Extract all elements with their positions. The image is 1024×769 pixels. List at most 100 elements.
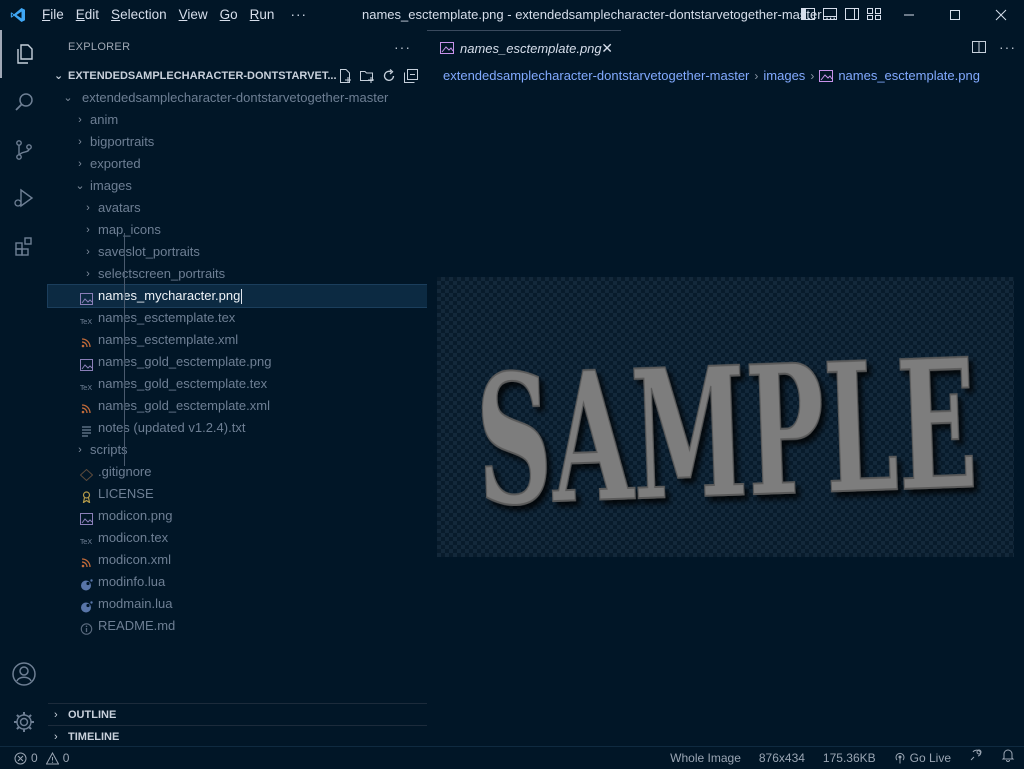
tree-file[interactable]: names_mycharacter.png <box>47 284 428 308</box>
extensions-icon[interactable] <box>0 222 48 270</box>
explorer-title: EXPLORER <box>68 41 131 53</box>
new-folder-icon[interactable] <box>359 68 375 84</box>
tree-folder[interactable]: › selectscreen_portraits <box>48 263 427 285</box>
svg-text:TeX: TeX <box>80 318 92 326</box>
tree-folder[interactable]: › scripts <box>48 439 427 461</box>
workspace-header[interactable]: ⌄ EXTENDEDSAMPLECHARACTER-DONTSTARVET... <box>48 65 427 87</box>
file-tree: ⌄ extendedsamplecharacter-dontstarvetoget… <box>47 87 428 637</box>
image-icon <box>80 510 93 525</box>
refresh-icon[interactable] <box>381 68 397 84</box>
tree-file[interactable]: names_gold_esctemplate.png <box>48 351 427 373</box>
customize-layout-icon[interactable] <box>866 6 882 22</box>
toggle-primary-sidebar-icon[interactable] <box>800 6 816 22</box>
tree-file[interactable]: TeX names_gold_esctemplate.tex <box>48 373 427 395</box>
chevron-right-icon: › <box>86 224 90 236</box>
tree-item-label: modicon.png <box>98 508 173 523</box>
close-window-button[interactable] <box>978 0 1024 30</box>
chevron-right-icon: › <box>810 69 815 83</box>
tree-folder[interactable]: ⌄ images <box>48 175 427 197</box>
editor-area: names_esctemplate.png ✕ ··· extendedsamp… <box>427 30 1024 746</box>
source-control-icon[interactable] <box>0 126 48 174</box>
toggle-panel-icon[interactable] <box>822 6 838 22</box>
menu-item[interactable]: Run <box>244 0 281 30</box>
menu-item[interactable]: Selection <box>105 0 173 30</box>
svg-text:TeX: TeX <box>80 538 92 546</box>
warning-icon <box>45 751 59 764</box>
search-icon[interactable] <box>0 78 48 126</box>
rss-icon <box>80 554 93 568</box>
tree-file[interactable]: modicon.png <box>48 505 427 527</box>
chevron-right-icon: › <box>86 202 90 214</box>
tree-folder[interactable]: › saveslot_portraits <box>48 241 427 263</box>
tree-file[interactable]: TeX modicon.tex <box>48 527 427 549</box>
collapse-all-icon[interactable] <box>403 68 419 84</box>
outline-section[interactable]: › OUTLINE <box>48 703 427 725</box>
tree-file[interactable]: .gitignore <box>48 461 427 483</box>
chevron-right-icon: › <box>78 136 82 148</box>
tree-folder[interactable]: › exported <box>48 153 427 175</box>
chevron-down-icon: ⌄ <box>75 180 85 192</box>
problems-status[interactable]: 0 0 <box>14 747 69 769</box>
sample-image: SAMPLE <box>472 318 981 546</box>
title-bar: File Edit Selection View Go Run ··· names_esc… <box>0 0 1024 30</box>
breadcrumb-folder[interactable]: images <box>763 65 805 87</box>
timeline-section[interactable]: › TIMELINE <box>48 725 427 747</box>
tree-file[interactable]: LICENSE <box>48 483 427 505</box>
minimize-button[interactable] <box>886 0 932 30</box>
tree-folder[interactable]: › map_icons <box>48 219 427 241</box>
tree-folder[interactable]: ⌄ extendedsamplecharacter-dontstarvetoget… <box>48 87 427 109</box>
tree-file[interactable]: TeX names_esctemplate.tex <box>48 307 427 329</box>
menu-item[interactable]: View <box>173 0 214 30</box>
tree-item-label: modinfo.lua <box>98 574 166 589</box>
settings-gear-icon[interactable] <box>0 698 48 746</box>
breadcrumb-file[interactable]: names_esctemplate.png <box>838 65 980 87</box>
tree-folder[interactable]: › anim <box>48 109 427 131</box>
go-live-button[interactable]: Go Live <box>885 747 960 769</box>
sample-image-text: SAMPLE <box>473 319 980 545</box>
notifications-bell-icon[interactable] <box>992 747 1024 769</box>
svg-text:TeX: TeX <box>80 384 92 392</box>
image-zoom-status[interactable]: Whole Image <box>661 747 750 769</box>
breadcrumb-root[interactable]: extendedsamplecharacter-dontstarvetogeth… <box>443 65 749 87</box>
explorer-icon[interactable] <box>0 30 48 78</box>
tree-item-label: exported <box>90 156 141 171</box>
menu-item[interactable]: Edit <box>70 0 105 30</box>
new-file-icon[interactable] <box>337 68 353 84</box>
image-icon <box>80 290 93 305</box>
feedback-icon[interactable] <box>960 747 992 769</box>
tree-file[interactable]: modinfo.lua <box>48 571 427 593</box>
image-preview[interactable]: SAMPLE <box>437 277 1014 557</box>
tree-folder[interactable]: › avatars <box>48 197 427 219</box>
tree-folder[interactable]: › bigportraits <box>48 131 427 153</box>
tree-file[interactable]: names_gold_esctemplate.xml <box>48 395 427 417</box>
tab-names-esctemplate[interactable]: names_esctemplate.png ✕ <box>427 30 621 65</box>
info-icon <box>80 620 93 635</box>
error-icon <box>14 752 27 764</box>
tex-icon: TeX <box>79 378 93 392</box>
tree-file[interactable]: modicon.xml <box>48 549 427 571</box>
chevron-right-icon: › <box>78 158 82 170</box>
explorer-more-button[interactable]: ··· <box>394 30 411 65</box>
menu-more-button[interactable]: ··· <box>284 0 313 30</box>
run-debug-icon[interactable] <box>0 174 48 222</box>
editor-more-button[interactable]: ··· <box>999 39 1016 58</box>
close-icon[interactable]: ✕ <box>601 40 613 57</box>
maximize-button[interactable] <box>932 0 978 30</box>
tab-bar: names_esctemplate.png ✕ ··· <box>427 30 1024 65</box>
tree-item-label: images <box>90 178 132 193</box>
image-icon <box>440 42 454 54</box>
tree-file[interactable]: modmain.lua <box>48 593 427 615</box>
split-editor-icon[interactable] <box>971 39 987 58</box>
tex-icon: TeX <box>79 312 93 326</box>
tree-file[interactable]: notes (updated v1.2.4).txt <box>48 417 427 439</box>
account-icon[interactable] <box>0 650 48 698</box>
lua-icon <box>80 598 93 613</box>
menu-item[interactable]: Go <box>214 0 244 30</box>
tree-item-label: map_icons <box>98 222 161 237</box>
menu-item[interactable]: File <box>36 0 70 30</box>
tree-file[interactable]: names_esctemplate.xml <box>48 329 427 351</box>
tree-file[interactable]: README.md <box>48 615 427 637</box>
toggle-secondary-sidebar-icon[interactable] <box>844 6 860 22</box>
tree-item-label: modicon.xml <box>98 552 171 567</box>
tree-item-label: names_mycharacter.png <box>98 288 241 303</box>
